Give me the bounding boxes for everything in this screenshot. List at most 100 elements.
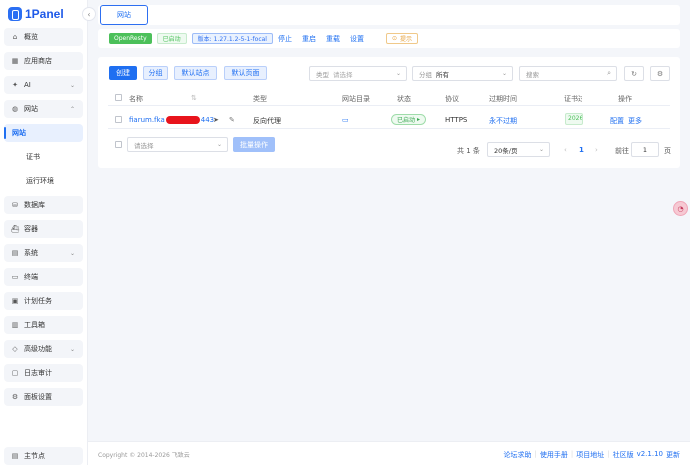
tips-button[interactable]: ⊙ 提示	[385, 33, 419, 44]
bulk-select-placeholder: 请选择	[134, 141, 154, 150]
select-all-checkbox[interactable]	[115, 94, 122, 101]
reload-button[interactable]: 重载	[326, 34, 340, 44]
sidebar-item-cron[interactable]: ▣ 计划任务	[4, 292, 83, 310]
restart-button[interactable]: 重启	[302, 34, 316, 44]
bulk-checkbox[interactable]	[115, 141, 122, 148]
website-list-panel: 创建 分组 默认站点 默认页面 类型 请选择 ⌄ 分组 所有 ⌄ 搜索 ⌕ ↻ …	[98, 57, 680, 168]
sidebar-item-label: 概览	[24, 33, 38, 41]
version-badge: 版本: 1.27.1.2-5-1-focal	[191, 33, 273, 44]
chevron-down-icon: ⌄	[216, 141, 222, 148]
default-page-button[interactable]: 默认页面	[224, 66, 267, 80]
separator: |	[534, 450, 537, 458]
group-select[interactable]: 分组 所有 ⌄	[412, 66, 513, 81]
sidebar-item-overview[interactable]: ⌂ 概览	[4, 28, 83, 46]
col-expire: 过期时间	[489, 95, 517, 103]
goto-page-input[interactable]: 1	[631, 142, 659, 157]
log-icon: ▢	[11, 369, 19, 377]
page-unit: 页	[664, 147, 671, 155]
col-status: 状态	[397, 95, 411, 103]
edit-icon[interactable]: ✎	[229, 116, 235, 124]
status-badge[interactable]: 已启动 ▸	[391, 114, 427, 125]
search-icon: ⌕	[607, 69, 611, 77]
col-name[interactable]: 名称	[129, 94, 143, 104]
site-type: 反向代理	[253, 117, 281, 125]
sidebar-item-log[interactable]: ▢ 日志审计	[4, 364, 83, 382]
forum-link[interactable]: 论坛求助	[504, 450, 532, 460]
gear-icon[interactable]: ⚙	[650, 66, 670, 81]
page-size-select[interactable]: 20条/页 ⌄	[487, 142, 550, 157]
send-icon[interactable]: ➤	[213, 116, 219, 124]
more-link[interactable]: 更多	[628, 116, 642, 126]
group-select-value: 所有	[436, 70, 449, 79]
sidebar-item-advanced[interactable]: ◇ 高级功能 ⌄	[4, 340, 83, 358]
bulk-action-button[interactable]: 批量操作	[233, 137, 275, 152]
config-link[interactable]: 配置	[610, 116, 624, 126]
sidebar-item-ai[interactable]: ✦ AI ⌄	[4, 76, 83, 94]
sidebar-item-database[interactable]: ⛁ 数据库	[4, 196, 83, 214]
expire-link[interactable]: 永不过期	[489, 116, 517, 126]
database-icon: ⛁	[12, 201, 18, 209]
status-label: 已启动	[397, 117, 416, 124]
sidebar-item-label: 应用商店	[24, 57, 52, 65]
edition-link[interactable]: 社区版	[613, 450, 634, 460]
sidebar-item-appstore[interactable]: ▦ 应用商店	[4, 52, 83, 70]
search-placeholder: 搜索	[526, 70, 539, 79]
sidebar-item-toolbox[interactable]: ▥ 工具箱	[4, 316, 83, 334]
tab-website[interactable]: 网站	[100, 5, 148, 25]
search-input[interactable]: 搜索 ⌕	[519, 66, 617, 81]
sidebar-item-label: 数据库	[24, 201, 45, 209]
sidebar-item-system[interactable]: ▤ 系统 ⌄	[4, 244, 83, 262]
collapse-sidebar-icon[interactable]: ‹	[82, 7, 96, 21]
refresh-icon[interactable]: ↻	[624, 66, 644, 81]
stop-button[interactable]: 停止	[278, 34, 292, 44]
sidebar-item-terminal[interactable]: ▭ 终端	[4, 268, 83, 286]
project-link[interactable]: 项目地址	[576, 450, 604, 460]
sidebar-subitem-runtime[interactable]: 运行环境	[4, 172, 83, 190]
logo[interactable]: 1Panel	[8, 6, 64, 22]
redacted-mark	[165, 116, 200, 124]
sidebar-item-label: 终端	[24, 273, 38, 281]
version-link[interactable]: v2.1.10	[637, 450, 663, 460]
col-site-dir: 网站目录	[342, 95, 370, 103]
chevron-down-icon: ⌄	[69, 81, 75, 89]
manual-link[interactable]: 使用手册	[540, 450, 568, 460]
folder-icon[interactable]: ▭	[342, 116, 349, 124]
prev-page-icon[interactable]: ‹	[564, 146, 567, 154]
update-link[interactable]: 更新	[666, 450, 680, 460]
warning-icon: ⊙	[391, 35, 397, 42]
sidebar-item-label: 网站	[24, 105, 38, 113]
node-icon: ▤	[11, 452, 19, 460]
sidebar-menu: ⌂ 概览 ▦ 应用商店 ✦ AI ⌄ ◍ 网站 ⌃ 网站 证书 运行环境 ⛁ 数据库 ⛴ 容器 …	[4, 28, 83, 412]
divider	[108, 128, 670, 129]
type-select-label: 类型	[316, 70, 329, 79]
group-button[interactable]: 分组	[143, 66, 168, 80]
row-checkbox[interactable]	[115, 116, 122, 123]
sidebar-item-website[interactable]: ◍ 网站 ⌃	[4, 100, 83, 118]
page-1-button[interactable]: 1	[579, 146, 584, 154]
diamond-icon: ◇	[12, 345, 18, 353]
top-tab-bar: 网站	[98, 5, 680, 25]
sidebar-subitem-website[interactable]: 网站	[4, 124, 83, 142]
settings-button[interactable]: 设置	[350, 34, 364, 44]
create-button[interactable]: 创建	[109, 66, 137, 80]
site-name-link[interactable]: fiarum.fka 443	[129, 116, 214, 124]
type-select[interactable]: 类型 请选择 ⌄	[309, 66, 407, 81]
status-badge: 已启动	[156, 33, 187, 44]
total-count: 共 1 条	[457, 147, 480, 155]
next-page-icon[interactable]: ›	[595, 146, 598, 154]
type-select-placeholder: 请选择	[333, 70, 353, 79]
footer-links: 论坛求助 | 使用手册 | 项目地址 | 社区版 v2.1.10 更新	[504, 450, 681, 460]
sidebar-item-settings[interactable]: ⚙ 面板设置	[4, 388, 83, 406]
default-site-button[interactable]: 默认站点	[174, 66, 217, 80]
sidebar-subitem-certificate[interactable]: 证书	[4, 148, 83, 166]
sidebar-item-container[interactable]: ⛴ 容器	[4, 220, 83, 238]
sort-icon[interactable]: ⇅	[191, 94, 197, 102]
page-size-value: 20条/页	[494, 146, 518, 155]
bulk-select[interactable]: 请选择 ⌄	[127, 137, 228, 152]
assistant-float-icon[interactable]: ◔	[673, 201, 688, 216]
chevron-down-icon: ⌄	[501, 70, 507, 77]
sidebar: 1Panel ⌂ 概览 ▦ 应用商店 ✦ AI ⌄ ◍ 网站 ⌃ 网站 证书 运行环境 ⛁ 数…	[0, 0, 88, 465]
sidebar-item-node[interactable]: ▤ 主节点	[4, 447, 83, 465]
col-cert: 证书过	[564, 95, 582, 103]
cert-expire-badge: 2026	[565, 113, 583, 125]
